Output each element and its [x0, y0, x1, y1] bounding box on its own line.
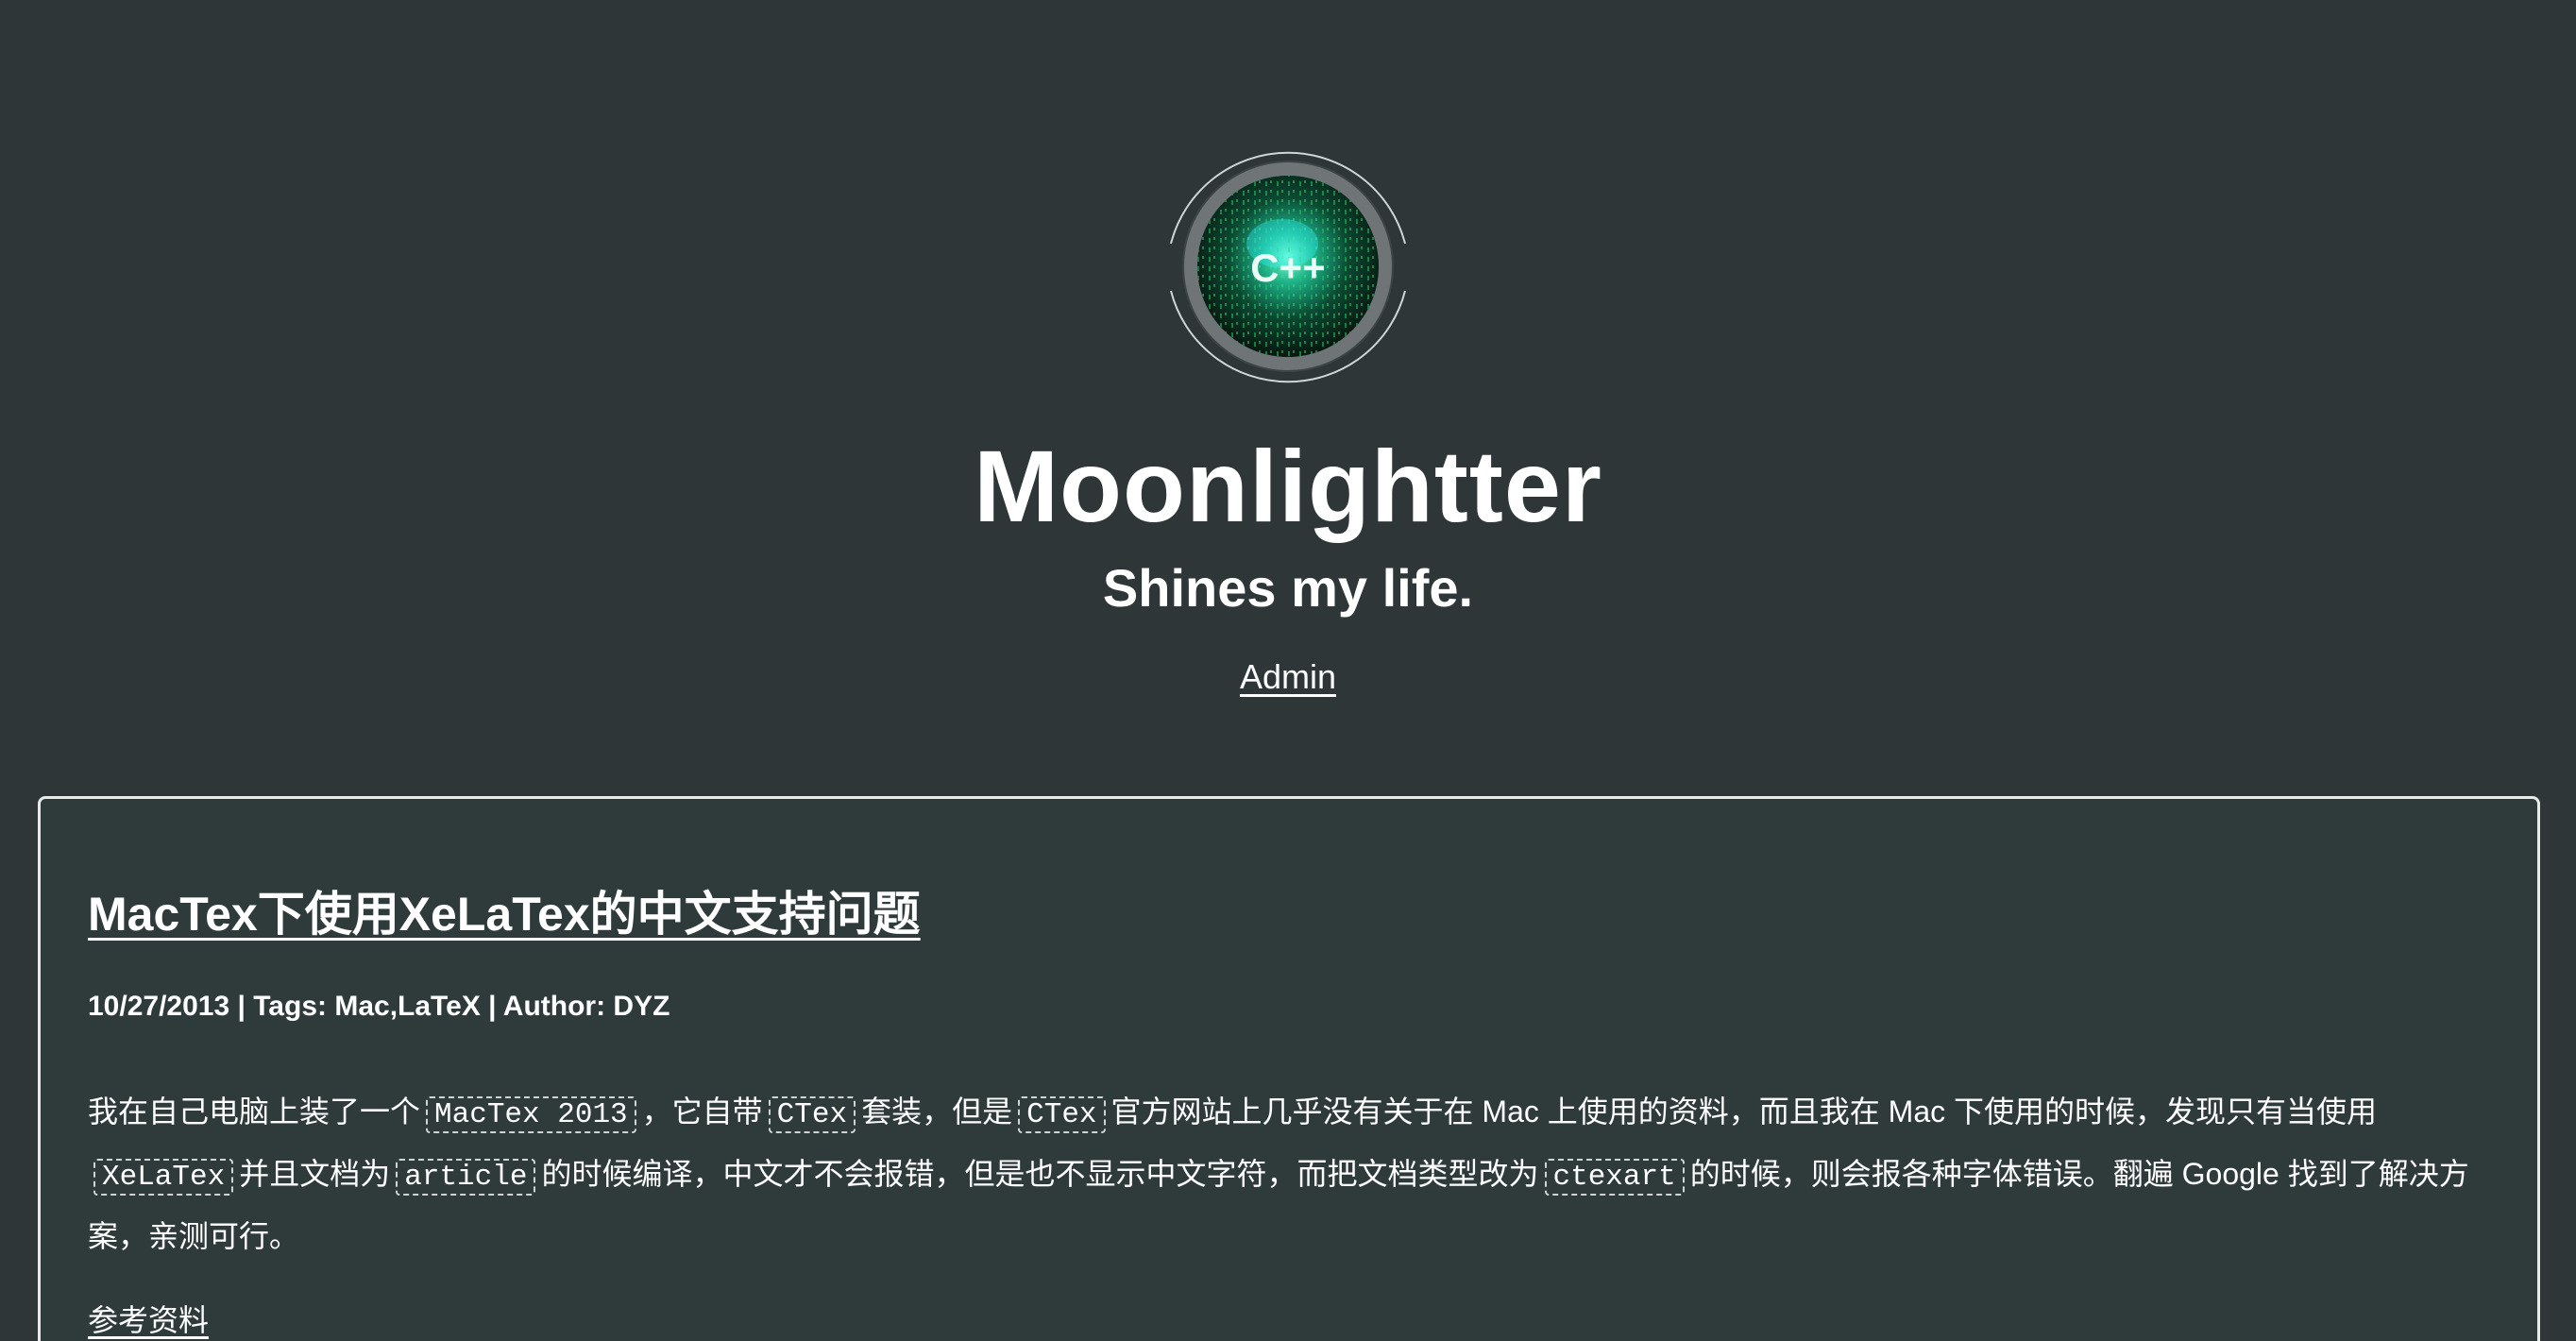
body-text-3: 套装，但是 [861, 1095, 1013, 1129]
post-meta: 10/27/2013 | Tags: Mac,LaTeX | Author: D… [88, 991, 670, 1022]
body-text-4: 官方网站上几乎没有关于在 Mac 上使用的资料，而且我在 Mac 下使用的时候，… [1110, 1095, 2378, 1129]
code-article: article [396, 1159, 536, 1196]
code-xelatex: XeLaTex [93, 1159, 234, 1196]
code-ctexart: ctexart [1544, 1159, 1685, 1196]
code-ctex-1: CTex [768, 1096, 856, 1133]
post-title: MacTex下使用XeLaTex的中文支持问题 [88, 881, 921, 947]
post-paragraph: 我在自己电脑上装了一个 MacTex 2013 ，它自带 CTex 套装，但是 CTex 官… [88, 1082, 2505, 1266]
avatar-text: C++ [1250, 246, 1325, 290]
post-title-link[interactable]: MacTex下使用XeLaTex的中文支持问题 [88, 888, 921, 941]
body-text-6: 的时候编译，中文才不会报错，但是也不显示中文字符，而把文档类型改为 [541, 1157, 1539, 1191]
post-card: MacTex下使用XeLaTex的中文支持问题 10/27/2013 | Tag… [38, 796, 2540, 1341]
post-body: 我在自己电脑上装了一个 MacTex 2013 ，它自带 CTex 套装，但是 CTex 官… [88, 1082, 2505, 1266]
references-link[interactable]: 参考资料 [88, 1303, 209, 1337]
avatar[interactable]: C++ [1161, 132, 1415, 400]
admin-link-wrap: Admin [0, 655, 2576, 699]
body-text-1: 我在自己电脑上装了一个 [88, 1095, 421, 1129]
avatar-image: C++ [1170, 151, 1406, 383]
site-subtitle: Shines my life. [1102, 558, 1474, 618]
code-mactex: MacTex 2013 [426, 1096, 636, 1133]
code-ctex-2: CTex [1018, 1096, 1106, 1133]
admin-link[interactable]: Admin [1240, 657, 1336, 696]
site-title: Moonlightter [974, 429, 1602, 543]
body-text-5: 并且文档为 [239, 1157, 391, 1191]
body-text-2: ，它自带 [641, 1095, 763, 1129]
site-header: C++ Moonlightter Shines my life. Admin [0, 0, 2576, 793]
refs-wrap: 参考资料 [88, 1299, 209, 1341]
page: C++ Moonlightter Shines my life. Admin M… [0, 0, 2576, 1341]
